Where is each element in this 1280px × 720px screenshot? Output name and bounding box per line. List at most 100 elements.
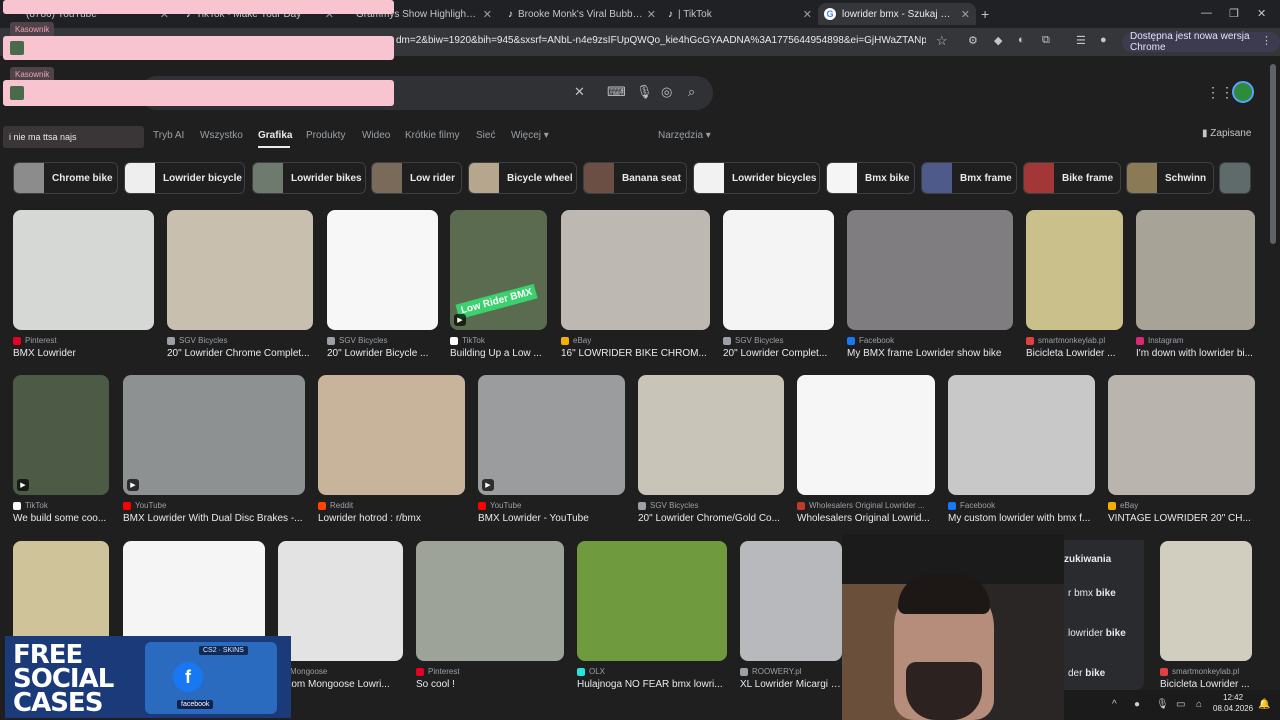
- chip-bmx-frame[interactable]: Bmx frame: [921, 162, 1017, 194]
- image-result[interactable]: eBay VINTAGE LOWRIDER 20" CH...: [1108, 375, 1255, 525]
- tab-more[interactable]: Więcej ▾: [511, 130, 549, 141]
- close-icon[interactable]: ✕: [803, 8, 812, 21]
- result-source: OLX: [577, 667, 727, 676]
- image-result[interactable]: Reddit Lowrider hotrod : r/bmx: [318, 375, 465, 525]
- tab-all[interactable]: Wszystko: [200, 130, 243, 141]
- image-result[interactable]: smartmonkeylab.pl Bicicleta Lowrider ...: [1026, 210, 1123, 360]
- source-favicon-icon: [797, 501, 805, 510]
- lens-icon[interactable]: ◎: [661, 84, 672, 100]
- image-result[interactable]: Facebook My BMX frame Lowrider show bike: [847, 210, 1013, 360]
- url-field[interactable]: dm=2&biw=1920&bih=945&sxsrf=ANbL-n4e9zsI…: [396, 35, 926, 46]
- chip-chrome-bike[interactable]: Chrome bike: [13, 162, 118, 194]
- source-favicon-icon: [13, 336, 21, 345]
- maximize-icon[interactable]: ❐: [1229, 7, 1239, 20]
- chip-bike-frame[interactable]: Bike frame: [1023, 162, 1121, 194]
- result-title: 20" Lowrider Complet...: [723, 348, 828, 359]
- search-icon[interactable]: ⌕: [688, 84, 695, 100]
- chip-low-rider[interactable]: Low rider: [371, 162, 462, 194]
- profile-icon[interactable]: ●: [1100, 34, 1107, 46]
- related-searches-heading: zukiwania: [1064, 554, 1112, 565]
- chip-label: Lowrider bicycles: [732, 172, 817, 184]
- microphone-icon[interactable]: 🎙: [1156, 699, 1169, 710]
- chip-schwinn[interactable]: Schwinn: [1126, 162, 1214, 194]
- tab-web[interactable]: Sieć: [476, 130, 495, 141]
- microphone-icon[interactable]: 🎙: [636, 84, 653, 100]
- image-result[interactable]: ▶ YouTube BMX Lowrider - YouTube: [478, 375, 625, 525]
- system-clock[interactable]: 12:42 08.04.2026: [1213, 692, 1253, 714]
- tab-tiktok-2[interactable]: ♪ | TikTok ✕: [662, 3, 818, 25]
- tiktok-icon: ♪: [668, 8, 673, 20]
- tab-products[interactable]: Produkty: [306, 130, 345, 141]
- image-result[interactable]: ▶ TikTok We build some coo...: [13, 375, 109, 525]
- image-result[interactable]: ▶ YouTube BMX Lowrider With Dual Disc Br…: [123, 375, 305, 525]
- chip-more[interactable]: [1219, 162, 1251, 194]
- image-result[interactable]: ROOWERY.pl XL Lowrider Micargi H...: [740, 541, 842, 691]
- monitor-icon[interactable]: ▭: [1176, 699, 1185, 710]
- chip-bicycle-wheel[interactable]: Bicycle wheel: [468, 162, 577, 194]
- extension-icon[interactable]: ⚙: [968, 34, 978, 47]
- keyboard-icon[interactable]: ⌨: [607, 84, 626, 100]
- puzzle-icon[interactable]: ⧉: [1042, 34, 1050, 47]
- chevron-up-icon[interactable]: ^: [1112, 699, 1117, 710]
- image-result[interactable]: smartmonkeylab.pl Bicicleta Lowrider ...: [1160, 541, 1252, 691]
- image-result[interactable]: eBay 16" LOWRIDER BIKE CHROM...: [561, 210, 710, 360]
- close-icon[interactable]: ✕: [961, 8, 970, 21]
- related-search-item[interactable]: r bmx bike: [1068, 588, 1116, 599]
- extension-icon[interactable]: ◆: [994, 34, 1002, 47]
- image-result[interactable]: OLX Hulajnoga NO FEAR bmx lowri...: [577, 541, 727, 691]
- chip-banana-seat[interactable]: Banana seat: [583, 162, 687, 194]
- result-source: YouTube: [478, 501, 625, 510]
- tab-ai-mode[interactable]: Tryb AI: [153, 130, 184, 141]
- chip-lowrider-bicycles[interactable]: Lowrider bicycles: [693, 162, 820, 194]
- network-icon[interactable]: ⌂: [1196, 699, 1202, 710]
- tray-app-icon[interactable]: ●: [1134, 699, 1140, 710]
- close-icon[interactable]: ✕: [483, 8, 492, 21]
- tab-label: lowrider bmx - Szukaj w Google: [842, 8, 957, 20]
- image-result[interactable]: Pinterest So cool !: [416, 541, 564, 691]
- tools-button[interactable]: Narzędzia ▾: [658, 130, 711, 141]
- tab-search-icon[interactable]: ☰: [1076, 34, 1086, 47]
- source-label: eBay: [573, 336, 592, 345]
- tab-videos[interactable]: Wideo: [362, 130, 390, 141]
- image-result[interactable]: Pinterest BMX Lowrider: [13, 210, 154, 360]
- source-label: Facebook: [960, 501, 996, 510]
- image-result[interactable]: Instagram I'm down with lowrider bi...: [1136, 210, 1255, 360]
- avatar[interactable]: [1232, 81, 1254, 103]
- chip-lowrider-bikes[interactable]: Lowrider bikes: [252, 162, 366, 194]
- related-search-item[interactable]: lowrider bike: [1068, 628, 1126, 639]
- image-result[interactable]: SGV Bicycles 20" Lowrider Complet...: [723, 210, 834, 360]
- active-tab-indicator: [258, 146, 290, 148]
- close-icon[interactable]: ✕: [647, 8, 656, 21]
- source-favicon-icon: [1136, 336, 1144, 345]
- image-result[interactable]: Low Rider BMX ▶ TikTok Building Up a Low…: [450, 210, 547, 360]
- tab-short-videos[interactable]: Krótkie filmy: [405, 130, 459, 141]
- tab-images[interactable]: Grafika: [258, 130, 292, 141]
- promo-badge: facebook: [177, 700, 214, 709]
- image-result[interactable]: SGV Bicycles 20" Lowrider Bicycle ...: [327, 210, 438, 360]
- image-result[interactable]: SGV Bicycles 20" Lowrider Chrome Complet…: [167, 210, 313, 360]
- result-thumbnail: [1136, 210, 1255, 330]
- image-result[interactable]: Facebook My custom lowrider with bmx f..…: [948, 375, 1095, 525]
- clear-icon[interactable]: ✕: [574, 84, 585, 100]
- apps-grid-icon[interactable]: ⋮⋮: [1206, 84, 1234, 101]
- image-result[interactable]: SGV Bicycles 20" Lowrider Chrome/Gold Co…: [638, 375, 784, 525]
- scrollbar-thumb[interactable]: [1270, 64, 1276, 244]
- tab-google-search[interactable]: Glowrider bmx - Szukaj w Google ✕: [818, 3, 976, 25]
- chrome-update-button[interactable]: Dostępna jest nowa wersja Chrome: [1122, 31, 1280, 53]
- close-window-icon[interactable]: ✕: [1257, 7, 1266, 20]
- new-tab-button[interactable]: +: [981, 6, 989, 22]
- result-source: ROOWERY.pl: [740, 667, 842, 676]
- image-result[interactable]: Wholesalers Original Lowrider ... Wholes…: [797, 375, 935, 525]
- bookmark-star-icon[interactable]: ☆: [936, 33, 948, 49]
- chip-bmx-bike[interactable]: Bmx bike: [826, 162, 915, 194]
- notification-bell-icon[interactable]: 🔔: [1258, 699, 1270, 710]
- related-search-item[interactable]: der bike: [1068, 668, 1105, 679]
- tab-brooke-monk[interactable]: ♪ Brooke Monk's Viral Bubble Tre ✕: [502, 3, 662, 25]
- minimize-icon[interactable]: —: [1201, 7, 1212, 19]
- chip-lowrider-bicycle[interactable]: Lowrider bicycle: [124, 162, 245, 194]
- extension-icon[interactable]: ◐: [1018, 34, 1025, 46]
- image-result[interactable]: Mongoose ustom Mongoose Lowri...: [278, 541, 403, 691]
- result-title: 20" Lowrider Chrome/Gold Co...: [638, 513, 780, 524]
- menu-icon[interactable]: ⋮: [1261, 34, 1272, 47]
- saved-button[interactable]: ▮ Zapisane: [1202, 128, 1251, 139]
